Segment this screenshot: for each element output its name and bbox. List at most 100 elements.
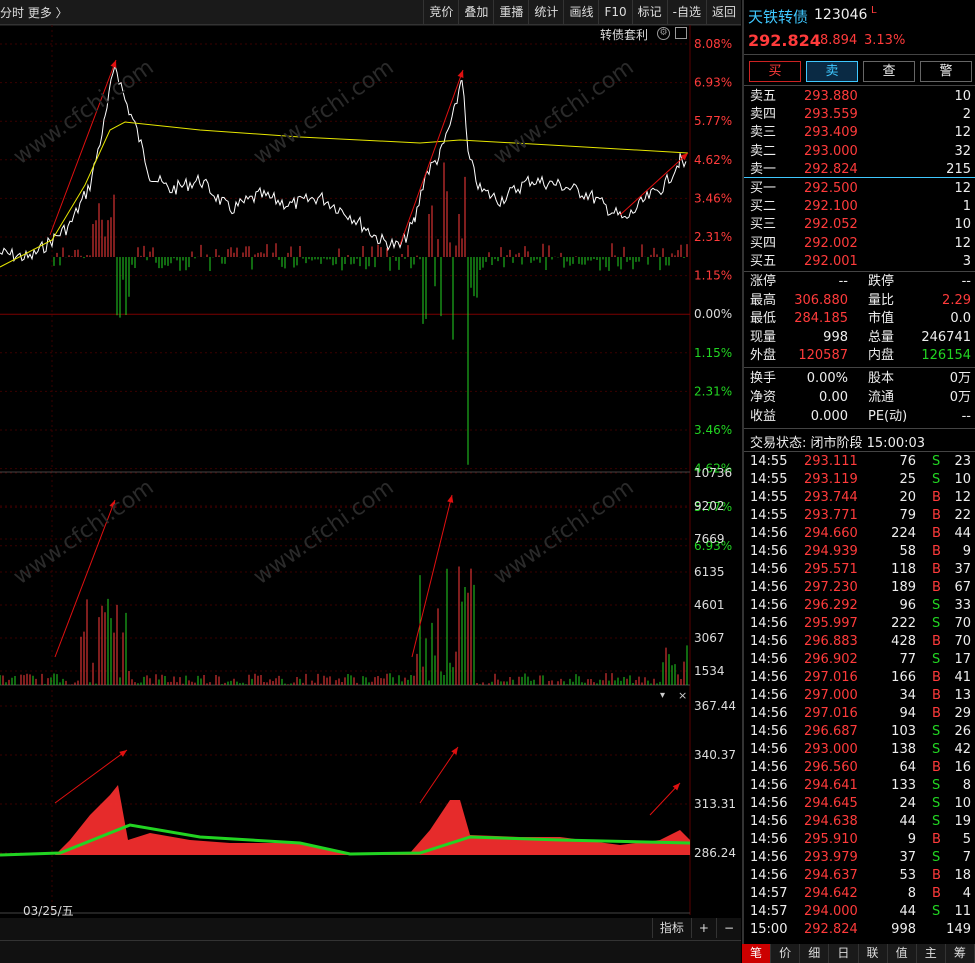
book-price: 293.409: [804, 125, 858, 141]
watermark: www.cfchi.com: [9, 55, 158, 170]
bid-row[interactable]: 买五 292.001 3: [750, 253, 971, 271]
tick-volume: 53: [899, 868, 916, 883]
quote-tab-0[interactable]: 笔: [742, 944, 772, 963]
book-volume: 12: [954, 125, 971, 141]
stat-label: 最低: [750, 311, 777, 327]
bid-row[interactable]: 买二 292.100 1: [750, 198, 971, 216]
tick-price: 293.119: [804, 472, 858, 487]
intraday-chart[interactable]: 8.08% 6.93% 5.77% 4.62% 3.46% 2.31% 1.15% 0.00%…: [0, 24, 741, 918]
tick-side: S: [932, 454, 941, 469]
toolbar-button-3[interactable]: 统计: [528, 0, 563, 24]
tick-count: 17: [954, 652, 971, 667]
stat-row: 净资 0.00 流通 0万: [750, 389, 971, 407]
ask-row[interactable]: 卖一 292.824 215: [750, 161, 971, 179]
tick-side: S: [932, 814, 941, 829]
tick-side: B: [932, 634, 941, 649]
tick-price: 294.645: [804, 796, 858, 811]
overlay-label[interactable]: 转债套利: [600, 26, 648, 43]
toolbar-button-5[interactable]: F10: [598, 0, 631, 24]
quote-tab-2[interactable]: 细: [800, 944, 830, 963]
settings-icon[interactable]: ⚙: [657, 27, 670, 40]
close-icon[interactable]: ×: [678, 689, 687, 702]
tick-price: 293.744: [804, 490, 858, 505]
quote-tab-7[interactable]: 筹: [945, 944, 975, 963]
tick-volume: 44: [899, 904, 916, 919]
tick-side: B: [932, 832, 941, 847]
tick-row: 14:56 296.687 103 S 26: [750, 723, 971, 741]
tick-count: 13: [954, 688, 971, 703]
toolbar-button-1[interactable]: 叠加: [458, 0, 493, 24]
panel-toggle-icon[interactable]: [675, 27, 687, 39]
tick-price: 292.824: [804, 922, 858, 937]
bid-row[interactable]: 买一 292.500 12: [750, 180, 971, 198]
tick-count: 149: [946, 922, 971, 937]
stat-row: 最低 284.185 市值 0.0: [750, 310, 971, 328]
stat-value: 284.185: [794, 311, 848, 327]
bid-row[interactable]: 买三 292.052 10: [750, 216, 971, 234]
tick-side: B: [932, 670, 941, 685]
indicator-axis-tick: 340.37: [694, 748, 736, 762]
quote-tab-5[interactable]: 值: [887, 944, 917, 963]
toolbar-button-7[interactable]: -自选: [666, 0, 706, 24]
tick-count: 70: [954, 616, 971, 631]
price-axis-tick: 3.46%: [694, 191, 732, 205]
tick-side: B: [932, 544, 941, 559]
indicator-area: [0, 785, 690, 855]
toolbar-button-2[interactable]: 重播: [493, 0, 528, 24]
watermark: www.cfchi.com: [9, 475, 158, 590]
book-price: 292.002: [804, 235, 858, 251]
tick-price: 294.637: [804, 868, 858, 883]
tick-time: 14:55: [750, 454, 788, 469]
volume-axis-tick: 4601: [694, 598, 725, 612]
tick-row: 14:55 293.119 25 S 10: [750, 471, 971, 489]
ask-row[interactable]: 卖五 293.880 10: [750, 88, 971, 106]
quote-tab-6[interactable]: 主: [916, 944, 946, 963]
stat-value: 126154: [921, 348, 971, 364]
price-axis-tick: 4.62%: [694, 153, 732, 167]
stat-label: 收益: [750, 408, 777, 424]
book-price: 293.000: [804, 143, 858, 159]
tick-time: 14:56: [750, 778, 788, 793]
chart-button-2[interactable]: −: [715, 918, 741, 938]
chart-button-1[interactable]: +: [690, 918, 716, 938]
tick-row: 14:56 294.641 133 S 8: [750, 777, 971, 795]
ask-row[interactable]: 卖三 293.409 12: [750, 124, 971, 142]
tick-price: 296.560: [804, 760, 858, 775]
toolbar-button-8[interactable]: 返回: [705, 0, 741, 24]
book-volume: 215: [946, 161, 971, 177]
tick-row: 15:00 292.824 998 149: [750, 921, 971, 939]
chart-button-0[interactable]: 指标: [651, 918, 691, 938]
tick-count: 67: [954, 580, 971, 595]
tick-time: 14:56: [750, 814, 788, 829]
query-button[interactable]: 查: [863, 61, 915, 82]
chart-canvas[interactable]: 8.08% 6.93% 5.77% 4.62% 3.46% 2.31% 1.15% 0.00%…: [0, 24, 741, 915]
quote-panel: 天铁转债 123046 L 292.824 8.894 3.13% 买 卖 查 …: [742, 0, 975, 963]
price-axis-tick: 6.93%: [694, 76, 732, 90]
security-code: 123046: [814, 7, 868, 23]
tick-price: 294.000: [804, 904, 858, 919]
quote-tab-4[interactable]: 联: [858, 944, 888, 963]
watermark: www.cfchi.com: [489, 475, 638, 590]
trend-arrow-head: [457, 70, 464, 78]
ask-row[interactable]: 卖二 293.000 32: [750, 143, 971, 161]
book-label: 买二: [750, 199, 777, 215]
alert-button[interactable]: 警: [920, 61, 972, 82]
toolbar-button-4[interactable]: 画线: [563, 0, 598, 24]
tick-time: 14:55: [750, 472, 788, 487]
book-label: 卖一: [750, 161, 777, 177]
stat-label: 外盘: [750, 348, 777, 364]
toolbar-button-6[interactable]: 标记: [631, 0, 667, 24]
dropdown-icon[interactable]: ▾: [660, 690, 665, 701]
tick-row: 14:56 294.637 53 B 18: [750, 867, 971, 885]
period-selector[interactable]: 分时 更多 〉: [0, 4, 68, 21]
tick-time: 14:57: [750, 904, 788, 919]
quote-tab-3[interactable]: 日: [829, 944, 859, 963]
ask-row[interactable]: 卖四 293.559 2: [750, 106, 971, 124]
buy-button[interactable]: 买: [749, 61, 801, 82]
book-price: 292.100: [804, 199, 858, 215]
toolbar-button-0[interactable]: 竞价: [423, 0, 458, 24]
quote-tab-1[interactable]: 价: [771, 944, 801, 963]
tick-volume: 44: [899, 814, 916, 829]
bid-row[interactable]: 买四 292.002 12: [750, 235, 971, 253]
sell-button[interactable]: 卖: [806, 61, 858, 82]
